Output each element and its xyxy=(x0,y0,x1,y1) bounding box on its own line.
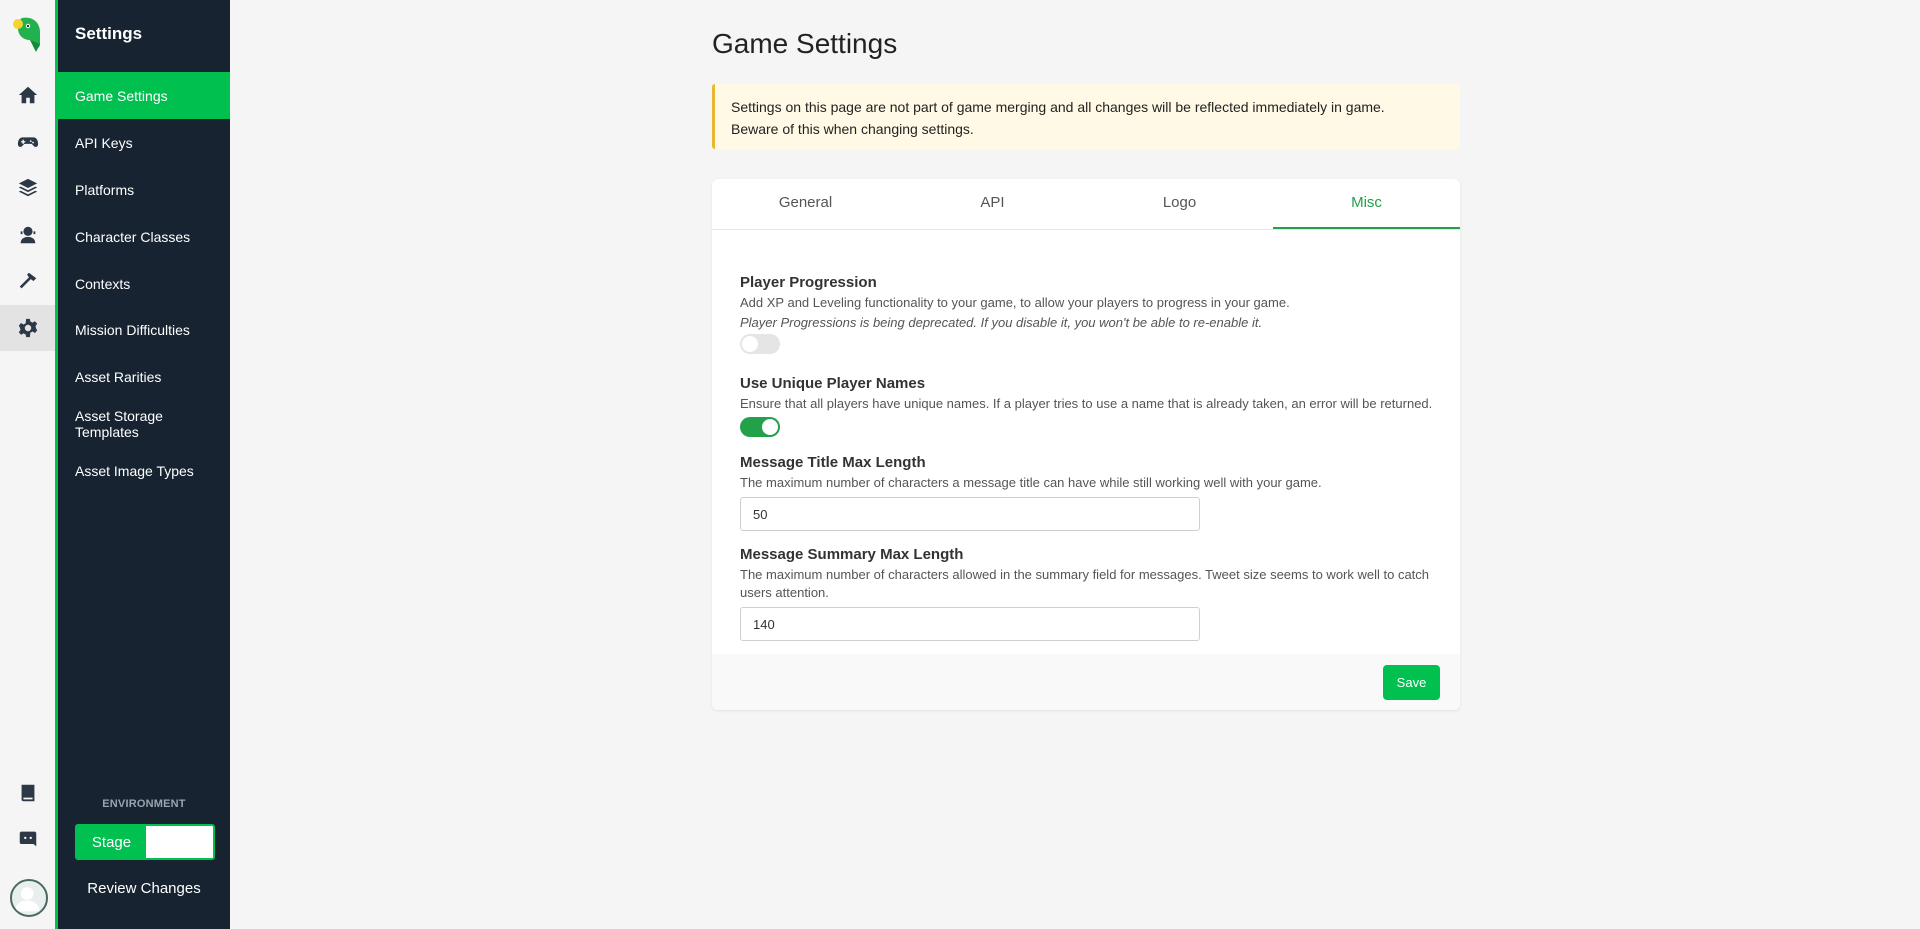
environment-stage[interactable]: Stage xyxy=(77,826,146,858)
warning-notice: Settings on this page are not part of ga… xyxy=(712,84,1460,149)
sidebar-item-asset-storage-templates[interactable]: Asset Storage Templates xyxy=(58,400,230,447)
summary-max-input[interactable] xyxy=(740,607,1200,641)
unique-names-desc: Ensure that all players have unique name… xyxy=(740,396,1433,411)
notice-text: Settings on this page are not part of ga… xyxy=(731,99,1385,115)
sidebar-item-asset-rarities[interactable]: Asset Rarities xyxy=(58,353,230,400)
sidebar-item-asset-image-types[interactable]: Asset Image Types xyxy=(58,447,230,494)
sidebar-item-mission-difficulties[interactable]: Mission Difficulties xyxy=(58,306,230,353)
tab-bar: General API Logo Misc xyxy=(712,179,1460,230)
tab-api[interactable]: API xyxy=(899,179,1086,229)
environment-label: ENVIRONMENT xyxy=(102,798,186,810)
sidebar-title: Settings xyxy=(75,24,143,43)
page-title: Game Settings xyxy=(712,28,898,59)
player-progression-field: Player Progression Add XP and Leveling f… xyxy=(740,274,1440,354)
tab-logo[interactable]: Logo xyxy=(1086,179,1273,229)
player-icon[interactable] xyxy=(0,212,55,258)
settings-sidebar: Settings Game Settings API Keys Platform… xyxy=(58,0,230,929)
title-max-field: Message Title Max Length The maximum num… xyxy=(740,454,1440,531)
environment-toggle[interactable]: Stage xyxy=(75,824,215,860)
title-max-label: Message Title Max Length xyxy=(740,454,926,471)
sidebar-item-platforms[interactable]: Platforms xyxy=(58,166,230,213)
home-icon[interactable] xyxy=(0,72,55,118)
notice-text-line2: Beware of this when changing settings. xyxy=(731,121,974,137)
hammer-icon[interactable] xyxy=(0,258,55,304)
unique-names-toggle[interactable] xyxy=(740,417,780,437)
player-progression-desc: Add XP and Leveling functionality to you… xyxy=(740,295,1290,310)
gear-icon[interactable] xyxy=(0,305,55,351)
save-button[interactable]: Save xyxy=(1383,665,1440,700)
sidebar-item-game-settings[interactable]: Game Settings xyxy=(58,72,230,119)
sidebar-item-api-keys[interactable]: API Keys xyxy=(58,119,230,166)
title-max-input[interactable] xyxy=(740,497,1200,531)
player-progression-note: Player Progressions is being deprecated.… xyxy=(740,315,1263,330)
book-icon[interactable] xyxy=(0,770,55,816)
gamepad-icon[interactable] xyxy=(0,119,55,165)
icon-rail xyxy=(0,0,58,929)
parrot-logo-icon[interactable] xyxy=(10,14,48,54)
summary-max-desc: The maximum number of characters allowed… xyxy=(740,567,1430,600)
environment-other[interactable] xyxy=(146,826,213,858)
sidebar-item-contexts[interactable]: Contexts xyxy=(58,260,230,307)
tab-misc[interactable]: Misc xyxy=(1273,179,1460,229)
layers-icon[interactable] xyxy=(0,165,55,211)
sidebar-item-character-classes[interactable]: Character Classes xyxy=(58,213,230,260)
discord-icon[interactable] xyxy=(0,816,55,862)
review-changes-link[interactable]: Review Changes xyxy=(58,880,230,897)
unique-names-field: Use Unique Player Names Ensure that all … xyxy=(740,375,1440,437)
summary-max-field: Message Summary Max Length The maximum n… xyxy=(740,546,1440,641)
title-max-desc: The maximum number of characters a messa… xyxy=(740,475,1322,490)
card-footer: Save xyxy=(712,654,1460,710)
player-progression-label: Player Progression xyxy=(740,274,877,291)
unique-names-label: Use Unique Player Names xyxy=(740,375,926,392)
summary-max-label: Message Summary Max Length xyxy=(740,546,964,563)
player-progression-toggle[interactable] xyxy=(740,334,780,354)
tab-general[interactable]: General xyxy=(712,179,899,229)
toggle-knob xyxy=(742,336,758,352)
toggle-knob xyxy=(762,419,778,435)
settings-card: General API Logo Misc Player Progression… xyxy=(712,179,1460,710)
avatar[interactable] xyxy=(10,879,48,917)
